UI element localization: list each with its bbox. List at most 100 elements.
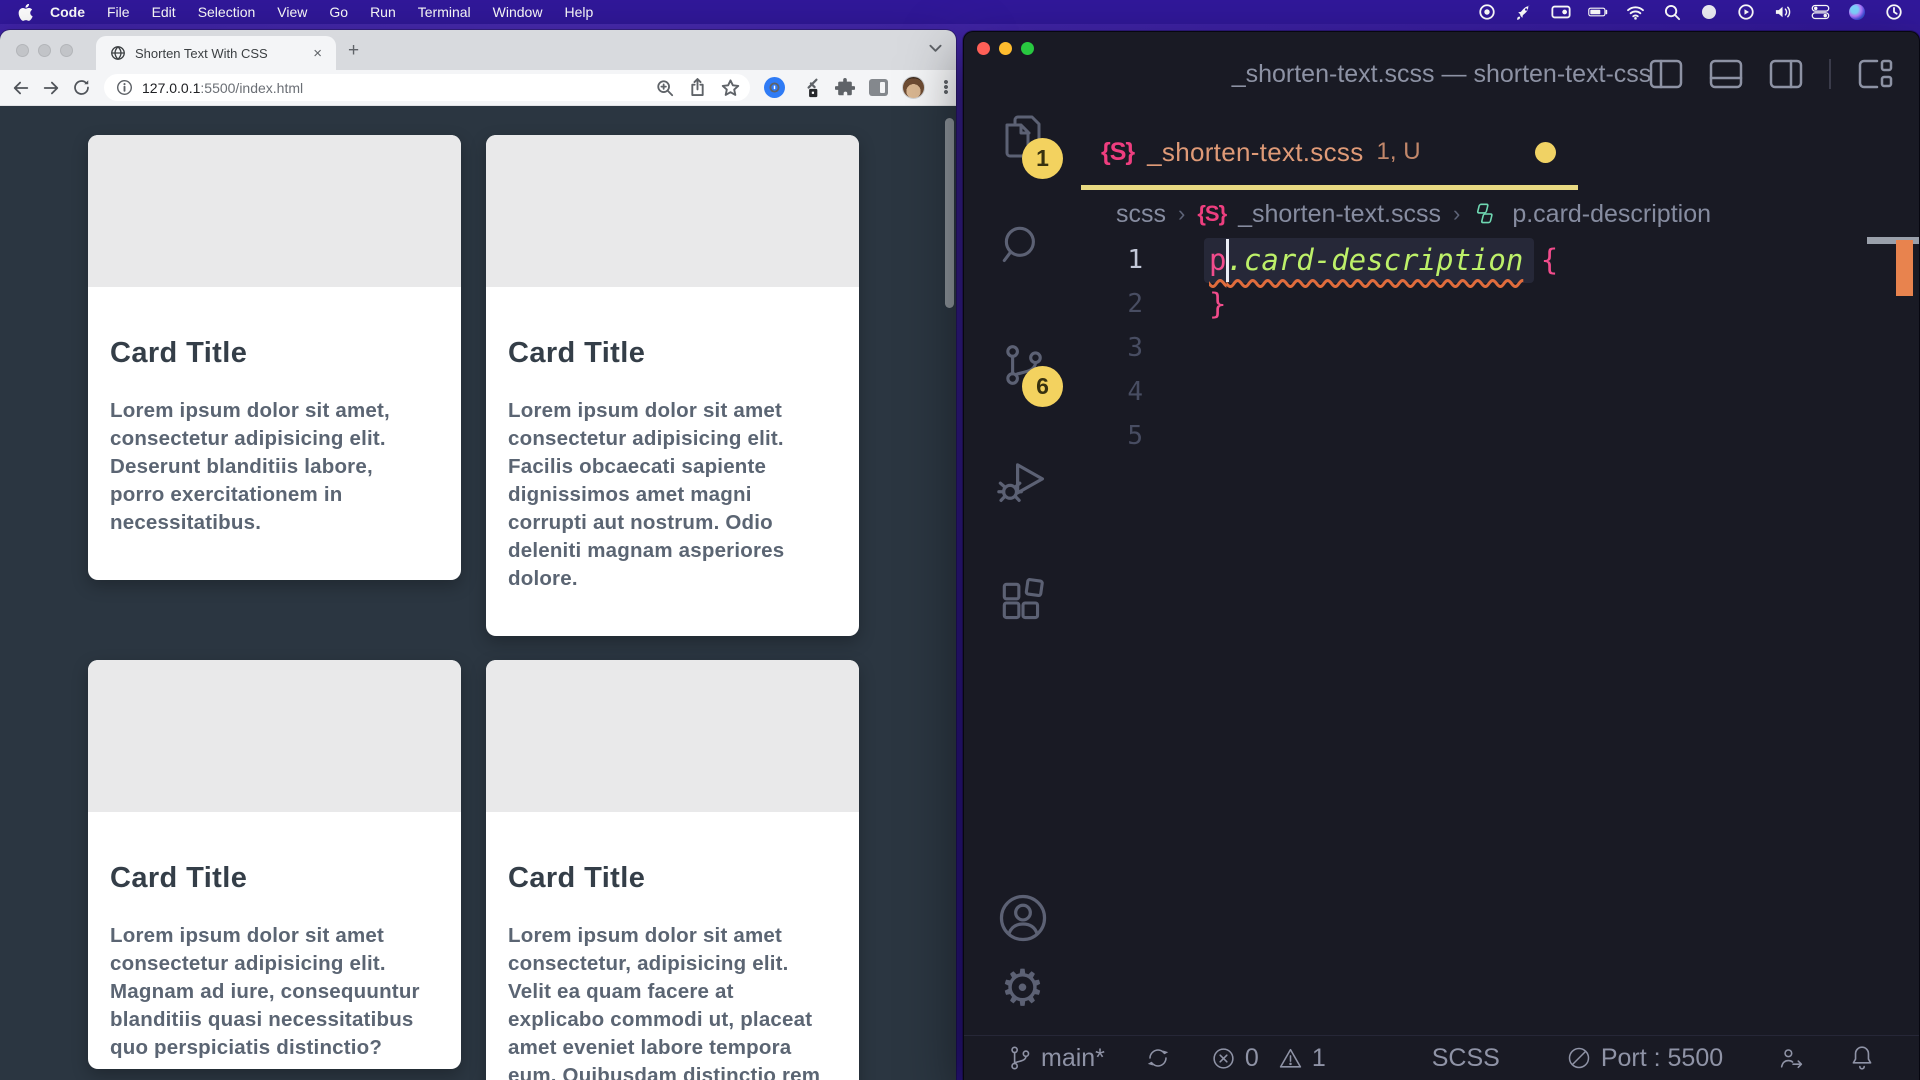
language-mode-item[interactable]: SCSS	[1432, 1044, 1500, 1073]
breadcrumb-folder[interactable]: scss	[1116, 200, 1166, 229]
globe-icon	[110, 45, 126, 61]
zoom-window-button[interactable]	[60, 44, 73, 57]
menu-terminal[interactable]: Terminal	[407, 4, 482, 20]
breadcrumb-symbol[interactable]: p.card-description	[1512, 200, 1711, 229]
minimize-window-button[interactable]	[999, 42, 1012, 55]
card-title: Card Title	[508, 337, 837, 370]
port-label: Port : 5500	[1601, 1044, 1723, 1073]
sync-changes-button[interactable]	[1145, 1045, 1171, 1071]
close-window-button[interactable]	[16, 44, 29, 57]
code-lines[interactable]: p.card-description { }	[1209, 238, 1558, 326]
wifi-icon[interactable]	[1625, 2, 1645, 22]
back-button[interactable]	[6, 79, 36, 97]
vscode-traffic-lights	[977, 42, 1034, 55]
search-icon[interactable]	[1662, 2, 1682, 22]
menu-go[interactable]: Go	[318, 4, 359, 20]
explorer-view-icon[interactable]: 1	[964, 102, 1081, 172]
toggle-secondary-sidebar-icon[interactable]	[1769, 59, 1803, 89]
editor-tab[interactable]: {S} _shorten-text.scss 1, U	[1081, 102, 1578, 190]
new-tab-button[interactable]: +	[348, 41, 359, 60]
text-cursor	[1226, 239, 1229, 282]
play-circle-icon[interactable]	[1736, 2, 1756, 22]
card-description: Lorem ipsum dolor sit amet consectetur, …	[508, 922, 837, 1080]
scss-file-icon: {S}	[1197, 201, 1226, 227]
editor-tab-filename: _shorten-text.scss	[1147, 137, 1363, 168]
bookmark-star-icon[interactable]	[721, 79, 740, 97]
menu-selection[interactable]: Selection	[187, 4, 267, 20]
rocket-icon[interactable]	[1514, 2, 1534, 22]
git-branch-item[interactable]: main*	[1008, 1044, 1105, 1073]
clock-icon[interactable]	[1884, 2, 1904, 22]
colorpicker-extension-icon[interactable]	[799, 77, 821, 99]
page-scrollbar[interactable]	[945, 118, 954, 308]
profile-avatar[interactable]	[902, 76, 925, 99]
modified-dot-icon[interactable]	[1535, 142, 1556, 163]
card-description: Lorem ipsum dolor sit amet, consectetur …	[110, 397, 439, 537]
menu-window[interactable]: Window	[482, 4, 554, 20]
card-title: Card Title	[110, 862, 439, 895]
tab-title: Shorten Text With CSS	[135, 46, 309, 61]
customize-layout-icon[interactable]	[1857, 58, 1893, 90]
vscode-window: _shorten-text.scss — shorten-text-css 1	[963, 31, 1920, 1080]
card: Card Title Lorem ipsum dolor sit amet co…	[486, 135, 859, 636]
sidepanel-extension-icon[interactable]	[869, 79, 888, 96]
menubar-status-icons	[1477, 2, 1910, 22]
minimize-window-button[interactable]	[38, 44, 51, 57]
toggle-primary-sidebar-icon[interactable]	[1649, 59, 1683, 89]
account-icon[interactable]	[964, 883, 1081, 953]
symbol-ruleset-icon	[1472, 200, 1500, 228]
warning-count: 1	[1312, 1044, 1326, 1073]
extensions-view-icon[interactable]	[964, 568, 1081, 638]
browser-tab[interactable]: Shorten Text With CSS ×	[96, 36, 336, 70]
control-center-icon[interactable]	[1810, 2, 1830, 22]
apple-menu-icon[interactable]	[18, 4, 33, 21]
site-info-icon[interactable]	[116, 79, 133, 96]
menu-app-name[interactable]: Code	[39, 4, 96, 20]
desktop: Code File Edit Selection View Go Run Ter…	[0, 0, 1920, 1080]
vscode-editor-group: {S} _shorten-text.scss 1, U scss › {S} _…	[1081, 102, 1919, 1035]
search-view-icon[interactable]	[964, 212, 1081, 282]
focus-icon[interactable]	[1699, 2, 1719, 22]
settings-gear-icon[interactable]: ⚙	[964, 953, 1081, 1023]
menu-file[interactable]: File	[96, 4, 141, 20]
run-debug-view-icon[interactable]	[964, 446, 1081, 516]
menu-edit[interactable]: Edit	[141, 4, 187, 20]
breadcrumb-file[interactable]: _shorten-text.scss	[1238, 200, 1441, 229]
browser-menu-icon[interactable]: •••	[939, 80, 953, 95]
siri-icon[interactable]	[1847, 2, 1867, 22]
menu-run[interactable]: Run	[359, 4, 407, 20]
record-icon[interactable]	[1477, 2, 1497, 22]
tab-search-chevron-icon[interactable]	[929, 44, 942, 53]
problems-item[interactable]: 0 1	[1211, 1044, 1326, 1073]
zoom-page-icon[interactable]	[656, 79, 674, 97]
toggle-panel-icon[interactable]	[1709, 59, 1743, 89]
screen-mirror-icon[interactable]	[1551, 2, 1571, 22]
address-bar[interactable]: 127.0.0.1:5500/index.html	[104, 74, 750, 101]
password-manager-extension-icon[interactable]	[764, 77, 785, 98]
explorer-badge: 1	[1022, 138, 1063, 179]
zoom-window-button[interactable]	[1021, 42, 1034, 55]
active-tab-underline	[1081, 185, 1578, 190]
battery-icon[interactable]	[1588, 2, 1608, 22]
url-text[interactable]: 127.0.0.1:5500/index.html	[142, 80, 303, 96]
menu-view[interactable]: View	[266, 4, 318, 20]
menu-help[interactable]: Help	[553, 4, 604, 20]
card-image-placeholder	[486, 660, 859, 812]
source-control-view-icon[interactable]: 6	[964, 330, 1081, 400]
browser-traffic-lights	[16, 44, 73, 57]
browser-toolbar: 127.0.0.1:5500/index.html	[0, 70, 956, 106]
share-icon[interactable]	[689, 78, 706, 97]
reload-button[interactable]	[66, 78, 96, 97]
vscode-activity-bar: 1 6 ⚙	[964, 102, 1081, 1035]
branch-name: main*	[1041, 1044, 1105, 1073]
notifications-bell-icon[interactable]	[1849, 1044, 1875, 1072]
card-image-placeholder	[486, 135, 859, 287]
tab-close-icon[interactable]: ×	[309, 44, 326, 63]
extensions-puzzle-icon[interactable]	[835, 78, 855, 98]
volume-icon[interactable]	[1773, 2, 1793, 22]
close-window-button[interactable]	[977, 42, 990, 55]
forward-button[interactable]	[36, 79, 66, 97]
url-host: 127.0.0.1	[142, 80, 200, 96]
feedback-icon[interactable]	[1778, 1045, 1805, 1072]
live-server-port-item[interactable]: Port : 5500	[1566, 1044, 1723, 1073]
